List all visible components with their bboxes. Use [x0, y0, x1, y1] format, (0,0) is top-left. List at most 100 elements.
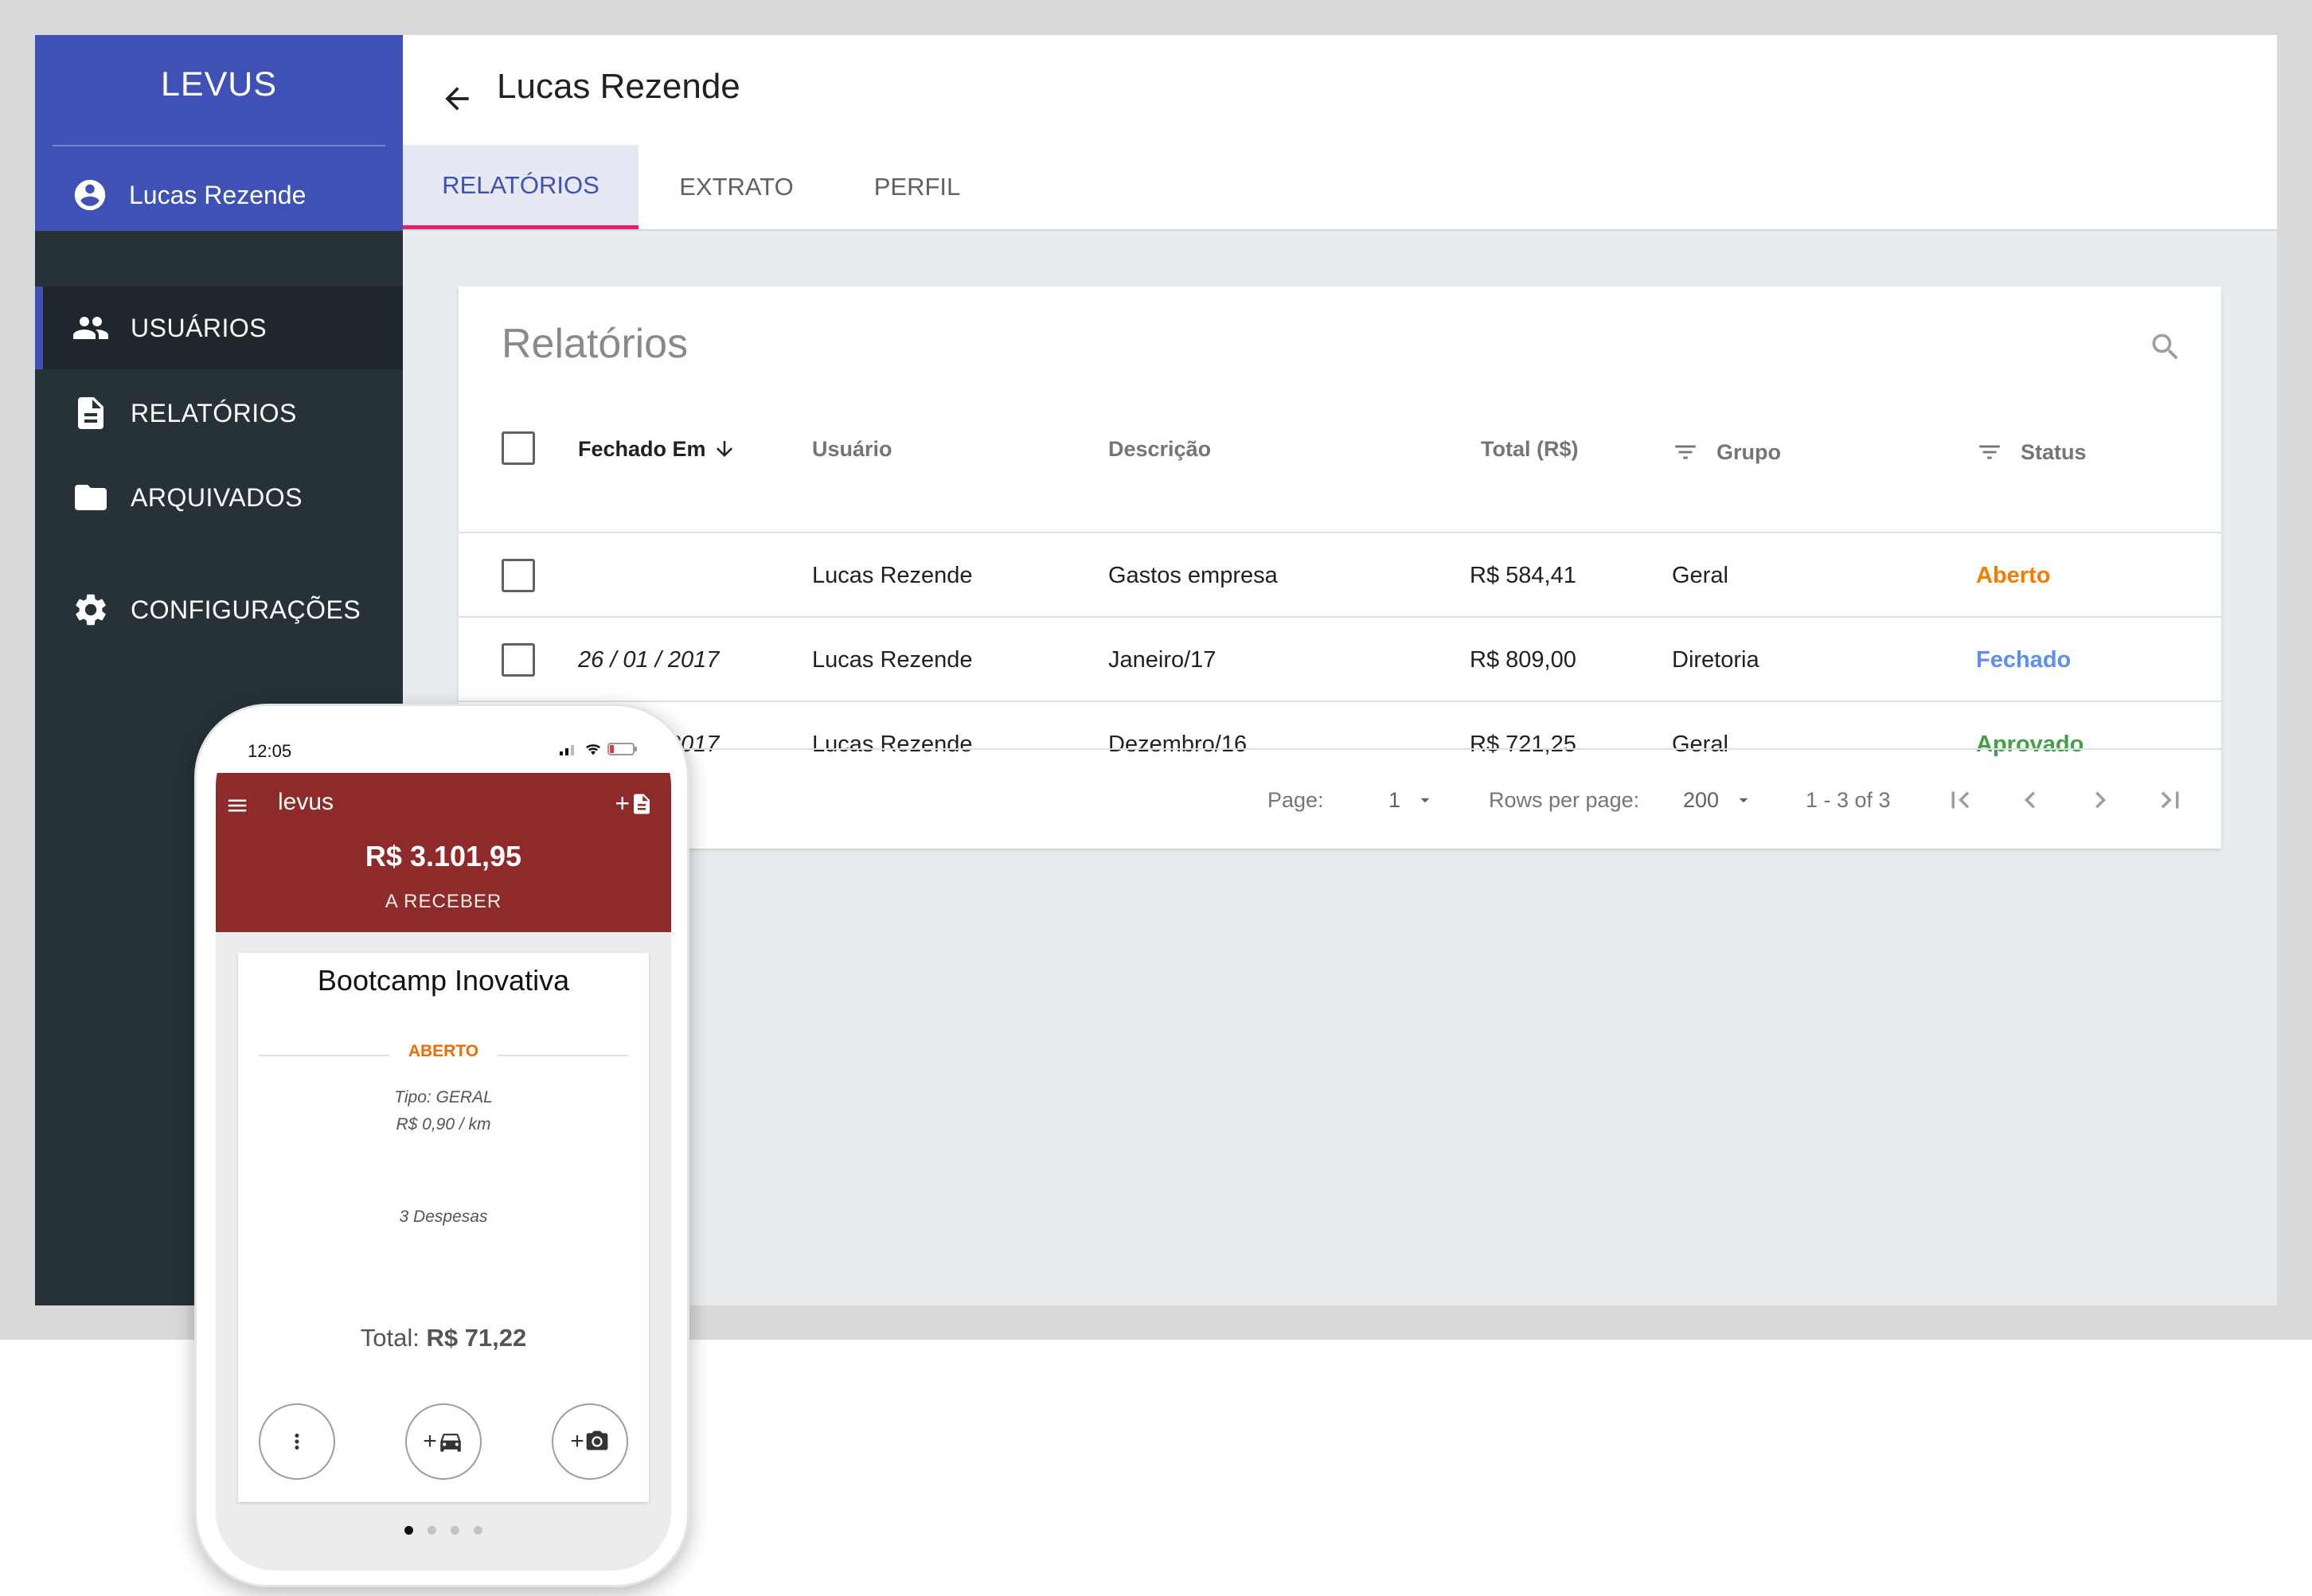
- report-card-total-label: Total:: [360, 1324, 420, 1352]
- folder-icon: [75, 485, 107, 510]
- page-header: Lucas Rezende RELATÓRIOS EXTRATO PERFIL: [403, 35, 2277, 231]
- column-header-user[interactable]: Usuário: [812, 430, 892, 468]
- tab-extrato[interactable]: EXTRATO: [639, 145, 834, 229]
- search-icon: [2152, 334, 2178, 360]
- menu-icon[interactable]: [225, 794, 249, 818]
- page-title: Lucas Rezende: [497, 67, 740, 106]
- back-button[interactable]: [432, 73, 482, 124]
- cell-group: Diretoria: [1672, 646, 1759, 673]
- first-page-button[interactable]: [1941, 781, 1979, 819]
- add-mileage-button[interactable]: +: [405, 1403, 482, 1480]
- cell-user: Lucas Rezende: [812, 646, 973, 673]
- report-card-expense-count: 3 Despesas: [399, 1208, 488, 1226]
- column-header-label: Total (R$): [1481, 436, 1579, 461]
- column-header-label: Grupo: [1716, 439, 1781, 464]
- row-checkbox[interactable]: [502, 643, 535, 677]
- tab-perfil[interactable]: PERFIL: [834, 145, 1000, 229]
- gear-icon: [76, 594, 106, 626]
- dropdown-arrow-icon: [1420, 798, 1430, 803]
- add-receipt-photo-button[interactable]: +: [552, 1403, 628, 1480]
- chevron-left-icon: [2025, 791, 2035, 809]
- cell-group: Geral: [1672, 562, 1728, 588]
- cell-total: R$ 809,00: [1470, 646, 1576, 673]
- add-report-button[interactable]: +: [615, 789, 654, 818]
- column-header-label: Usuário: [812, 436, 892, 461]
- sidebar-item-usuarios[interactable]: USUÁRIOS: [35, 287, 403, 369]
- column-header-total[interactable]: Total (R$): [1481, 430, 1579, 468]
- filter-icon[interactable]: [1976, 439, 2003, 466]
- tab-label: PERFIL: [873, 173, 961, 201]
- arrow-back-icon: [445, 87, 469, 111]
- page-dot[interactable]: [404, 1526, 413, 1535]
- sidebar-item-relatorios[interactable]: RELATÓRIOS: [35, 372, 403, 455]
- first-page-icon: [1951, 791, 1970, 809]
- table-row[interactable]: Lucas Rezende Gastos empresa R$ 584,41 G…: [459, 532, 2221, 616]
- previous-page-button[interactable]: [2011, 781, 2049, 819]
- current-user-name: Lucas Rezende: [129, 180, 307, 209]
- plus-icon: +: [615, 789, 630, 818]
- report-card-total: Total: R$ 71,22: [238, 1324, 649, 1352]
- phone-clock: 12:05: [248, 741, 292, 761]
- rows-per-page-value: 200: [1683, 787, 1720, 812]
- report-card-rate: R$ 0,90 / km: [396, 1115, 491, 1134]
- account-circle-icon: [74, 179, 106, 211]
- tab-relatorios[interactable]: RELATÓRIOS: [403, 145, 639, 229]
- page-select[interactable]: 1: [1388, 750, 1435, 850]
- search-button[interactable]: [2142, 323, 2189, 371]
- balance-amount: R$ 3.101,95: [365, 840, 522, 872]
- phone-status-bar: 12:05: [216, 727, 671, 773]
- column-header-label: Descrição: [1108, 436, 1212, 461]
- camera-icon: [586, 1430, 608, 1450]
- cell-status: Aberto: [1976, 562, 2051, 588]
- balance-label: A RECEBER: [385, 891, 502, 912]
- sidebar-item-label: CONFIGURAÇÕES: [131, 595, 361, 624]
- page-range: 1 - 3 of 3: [1806, 787, 1891, 812]
- row-checkbox[interactable]: [502, 559, 535, 592]
- plus-icon: +: [423, 1428, 437, 1454]
- more-options-button[interactable]: [259, 1403, 335, 1480]
- card-title: Relatórios: [502, 321, 689, 367]
- column-header-group[interactable]: Grupo: [1672, 433, 1781, 471]
- cell-closed-at: 26 / 01 / 2017: [578, 646, 720, 673]
- filter-icon[interactable]: [1672, 439, 1699, 466]
- cell-description: Janeiro/17: [1108, 646, 1217, 673]
- report-card-type: Tipo: GERAL: [394, 1088, 493, 1106]
- signal-icon: [560, 745, 574, 755]
- rows-per-page-label: Rows per page:: [1489, 787, 1640, 812]
- report-card-status: ABERTO: [389, 1042, 498, 1061]
- table-row[interactable]: 26 / 01 / 2017 Lucas Rezende Janeiro/17 …: [459, 616, 2221, 700]
- column-header-label: Fechado Em: [578, 436, 706, 461]
- cell-status: Fechado: [1976, 646, 2072, 673]
- column-header-description[interactable]: Descrição: [1108, 430, 1211, 468]
- document-icon: [634, 794, 650, 814]
- last-page-button[interactable]: [2151, 781, 2189, 819]
- cell-description: Gastos empresa: [1108, 562, 1278, 588]
- tab-label: RELATÓRIOS: [442, 170, 599, 199]
- cell-user: Lucas Rezende: [812, 562, 973, 588]
- page-dot[interactable]: [428, 1526, 436, 1535]
- sidebar-item-configuracoes[interactable]: CONFIGURAÇÕES: [35, 568, 403, 651]
- rows-per-page-select[interactable]: 200: [1683, 750, 1754, 850]
- mobile-header: levus + R$ 3.101,95 A RECEBER: [216, 773, 671, 932]
- phone-mockup: 12:05 levus + R$ 3.101,95 A RECEBER Boot…: [194, 704, 689, 1587]
- current-user[interactable]: Lucas Rezende: [35, 167, 403, 223]
- cell-total: R$ 584,41: [1470, 562, 1576, 588]
- column-header-status[interactable]: Status: [1976, 433, 2087, 471]
- select-all-checkbox[interactable]: [502, 431, 535, 465]
- column-header-closed-at[interactable]: Fechado Em: [578, 430, 736, 468]
- page-dot[interactable]: [451, 1526, 459, 1535]
- next-page-button[interactable]: [2081, 781, 2119, 819]
- mobile-app-name: levus: [278, 789, 334, 815]
- sidebar-item-arquivados[interactable]: ARQUIVADOS: [35, 456, 403, 539]
- plus-icon: +: [570, 1428, 584, 1454]
- sidebar-item-label: RELATÓRIOS: [131, 398, 297, 427]
- last-page-icon: [2161, 791, 2179, 809]
- sidebar-item-label: USUÁRIOS: [131, 313, 268, 342]
- dropdown-arrow-icon: [1739, 798, 1748, 803]
- page-dot[interactable]: [474, 1526, 482, 1535]
- system-icons: [553, 741, 638, 757]
- car-icon: [440, 1434, 461, 1452]
- report-card[interactable]: Bootcamp Inovativa ABERTO Tipo: GERAL R$…: [238, 953, 649, 1502]
- report-card-total-value: R$ 71,22: [426, 1324, 527, 1352]
- reports-card: Relatórios Fechado Em Usuário Descrição …: [459, 287, 2221, 849]
